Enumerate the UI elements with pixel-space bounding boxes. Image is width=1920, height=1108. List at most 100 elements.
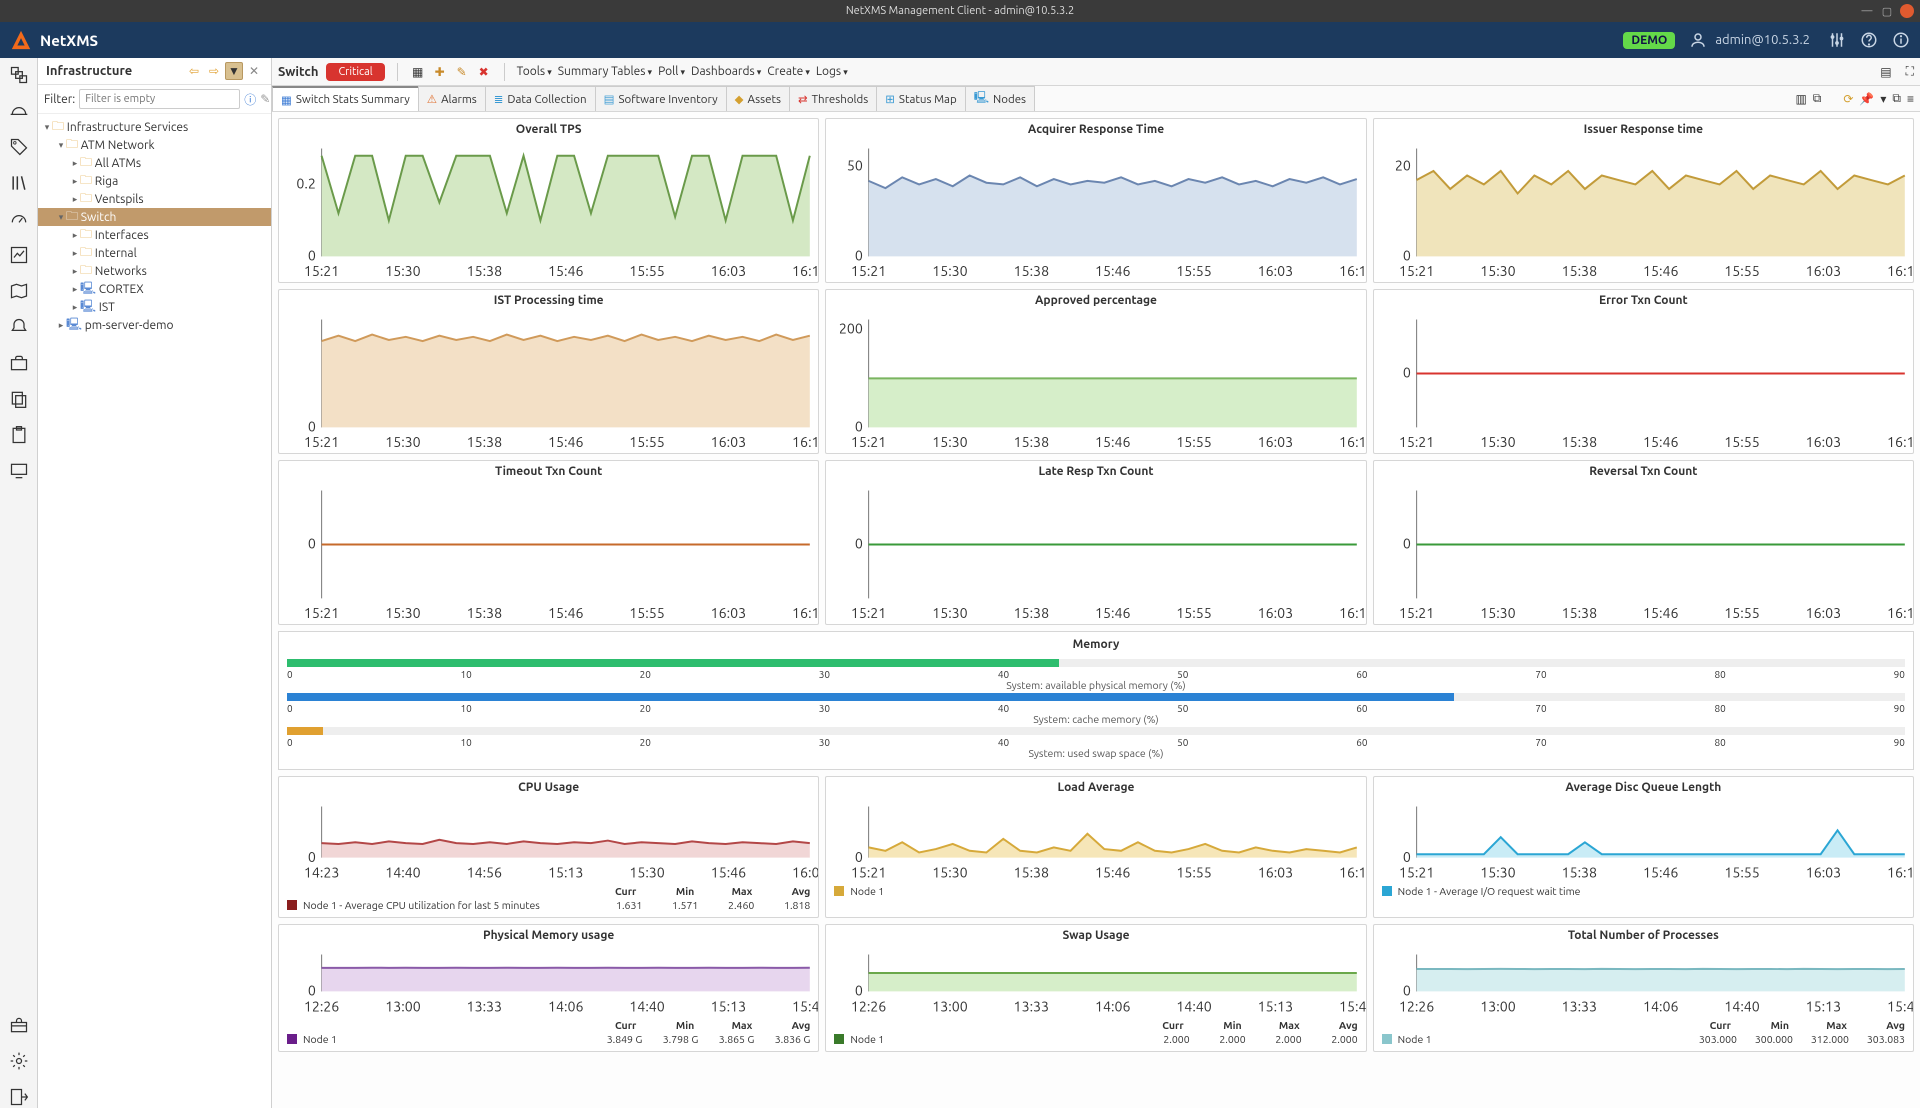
help-icon[interactable] <box>1860 31 1878 49</box>
tree-cortex[interactable]: ▸🖳 CORTEX <box>38 280 271 298</box>
tree-ventspils[interactable]: ▸🗀 Ventspils <box>38 190 271 208</box>
rail-chart-icon[interactable] <box>8 244 30 266</box>
rail-library-icon[interactable] <box>8 172 30 194</box>
user-menu[interactable]: admin@10.5.3.2 <box>1689 31 1810 49</box>
rail-logout-icon[interactable] <box>8 1086 30 1108</box>
chart-c_phys: Physical Memory usage 012:2613:0013:3314… <box>278 924 819 1052</box>
filter-help-icon[interactable]: ⓘ <box>244 91 256 108</box>
tb-delete-icon[interactable]: ✖ <box>476 64 492 80</box>
sidebar: Infrastructure ⇦ ⇨ ▼ ✕ Filter: ⓘ ✎ ✕ ▾🗀 … <box>38 58 272 1108</box>
rail-alerts-icon[interactable] <box>8 316 30 338</box>
tab-switch-stats[interactable]: ▦Switch Stats Summary <box>272 86 419 111</box>
window-maximize-icon[interactable]: ▢ <box>1880 4 1894 18</box>
filter-toggle-icon[interactable]: ▼ <box>225 62 243 80</box>
svg-text:15:46: 15:46 <box>1339 998 1365 1014</box>
svg-text:15:46: 15:46 <box>792 998 818 1014</box>
tab-data-collection[interactable]: ≣Data Collection <box>485 86 596 111</box>
tb-edit-icon[interactable]: ✎ <box>454 64 470 80</box>
svg-text:15:21: 15:21 <box>1398 434 1434 450</box>
svg-text:15:30: 15:30 <box>385 605 421 621</box>
menu-tools[interactable]: Tools <box>517 65 552 78</box>
tree-pm-server[interactable]: ▸🖳 pm-server-demo <box>38 316 271 334</box>
tree-riga[interactable]: ▸🗀 Riga <box>38 172 271 190</box>
object-tree[interactable]: ▾🗀 Infrastructure Services ▾🗀 ATM Networ… <box>38 114 271 1108</box>
svg-text:15:46: 15:46 <box>1095 263 1131 279</box>
view-refresh-icon[interactable]: ⟳ <box>1843 92 1853 106</box>
rail-infrastructure-icon[interactable] <box>8 64 30 86</box>
info-icon[interactable] <box>1892 31 1910 49</box>
rail-gauge-icon[interactable] <box>8 208 30 230</box>
rail-business-icon[interactable] <box>8 352 30 374</box>
tb-expand-icon[interactable]: ⛶ <box>1906 65 1914 79</box>
window-title: NetXMS Management Client - admin@10.5.3.… <box>846 5 1074 17</box>
view-copy-icon[interactable]: ⧉ <box>1813 92 1822 106</box>
tree-switch[interactable]: ▾🗀 Switch <box>38 208 271 226</box>
rail-map-icon[interactable] <box>8 280 30 302</box>
tab-software[interactable]: ▤Software Inventory <box>595 86 727 111</box>
svg-text:0: 0 <box>855 248 863 264</box>
menu-summary-tables[interactable]: Summary Tables <box>558 65 652 78</box>
menu-poll[interactable]: Poll <box>658 65 685 78</box>
tree-ist[interactable]: ▸🖳 IST <box>38 298 271 316</box>
rail-tags-icon[interactable] <box>8 136 30 158</box>
settings-sliders-icon[interactable] <box>1828 31 1846 49</box>
nav-back-icon[interactable]: ⇦ <box>185 62 203 80</box>
rail-clipboard-icon[interactable] <box>8 424 30 446</box>
svg-text:15:38: 15:38 <box>467 605 503 621</box>
tree-interfaces[interactable]: ▸🗀 Interfaces <box>38 226 271 244</box>
filter-edit-icon[interactable]: ✎ <box>260 92 270 106</box>
view-more-icon[interactable]: ▾ <box>1880 92 1886 106</box>
svg-text:15:55: 15:55 <box>629 263 665 279</box>
svg-text:15:46: 15:46 <box>1095 434 1131 450</box>
menu-dashboards[interactable]: Dashboards <box>691 65 761 78</box>
tree-root[interactable]: ▾🗀 Infrastructure Services <box>38 118 271 136</box>
svg-text:0.2: 0.2 <box>296 176 316 192</box>
chart-c_to: Timeout Txn Count 015:2115:3015:3815:461… <box>278 460 819 625</box>
tab-thresholds[interactable]: ⇄Thresholds <box>789 86 877 111</box>
tb-add-icon[interactable]: ✚ <box>432 64 448 80</box>
svg-text:16:11: 16:11 <box>1339 864 1365 880</box>
window-close-icon[interactable] <box>1900 4 1914 18</box>
svg-text:16:11: 16:11 <box>792 263 818 279</box>
svg-text:15:13: 15:13 <box>711 998 747 1014</box>
rail-toolbox-icon[interactable] <box>8 1014 30 1036</box>
view-popout-icon[interactable]: ⧉ <box>1892 92 1901 106</box>
view-pin-icon[interactable]: 📌 <box>1859 92 1874 106</box>
close-view-icon[interactable]: ✕ <box>245 62 263 80</box>
tab-alarms[interactable]: ⚠Alarms <box>418 86 486 111</box>
filter-input[interactable] <box>79 89 240 109</box>
tb-layout-icon[interactable]: ▤ <box>1880 65 1891 79</box>
svg-text:16:03: 16:03 <box>1258 864 1294 880</box>
menu-logs[interactable]: Logs <box>816 65 848 78</box>
svg-text:15:38: 15:38 <box>1014 864 1050 880</box>
svg-text:15:38: 15:38 <box>467 263 503 279</box>
tree-networks[interactable]: ▸🗀 Networks <box>38 262 271 280</box>
rail-monitor-icon[interactable] <box>8 460 30 482</box>
nav-forward-icon[interactable]: ⇨ <box>205 62 223 80</box>
tab-assets[interactable]: ◆Assets <box>726 86 790 111</box>
tab-status-map[interactable]: ⊞Status Map <box>876 86 965 111</box>
tree-all-atms[interactable]: ▸🗀 All ATMs <box>38 154 271 172</box>
view-menu-icon[interactable]: ≡ <box>1907 92 1914 106</box>
svg-text:12:26: 12:26 <box>1398 998 1434 1014</box>
svg-text:15:21: 15:21 <box>851 605 887 621</box>
view-layout-icon[interactable]: ▥ <box>1795 92 1806 106</box>
svg-text:15:38: 15:38 <box>1561 864 1597 880</box>
tree-internal[interactable]: ▸🗀 Internal <box>38 244 271 262</box>
svg-text:15:30: 15:30 <box>1480 434 1516 450</box>
menu-create[interactable]: Create <box>767 65 810 78</box>
app-header: NetXMS DEMO admin@10.5.3.2 <box>0 22 1920 58</box>
svg-text:15:46: 15:46 <box>1095 605 1131 621</box>
rail-copies-icon[interactable] <box>8 388 30 410</box>
rail-settings-icon[interactable] <box>8 1050 30 1072</box>
svg-text:15:30: 15:30 <box>1480 605 1516 621</box>
svg-text:13:33: 13:33 <box>1561 998 1597 1014</box>
window-minimize-icon[interactable]: — <box>1860 4 1874 18</box>
tab-nodes[interactable]: 🖳Nodes <box>965 86 1035 111</box>
chart-c_cpu: CPU Usage 014:2314:4014:5615:1315:3015:4… <box>278 776 819 918</box>
object-name: Switch <box>278 65 318 79</box>
tree-atm-network[interactable]: ▾🗀 ATM Network <box>38 136 271 154</box>
svg-text:15:21: 15:21 <box>1398 605 1434 621</box>
rail-network-icon[interactable] <box>8 100 30 122</box>
tb-grid-icon[interactable]: ▦ <box>410 64 426 80</box>
